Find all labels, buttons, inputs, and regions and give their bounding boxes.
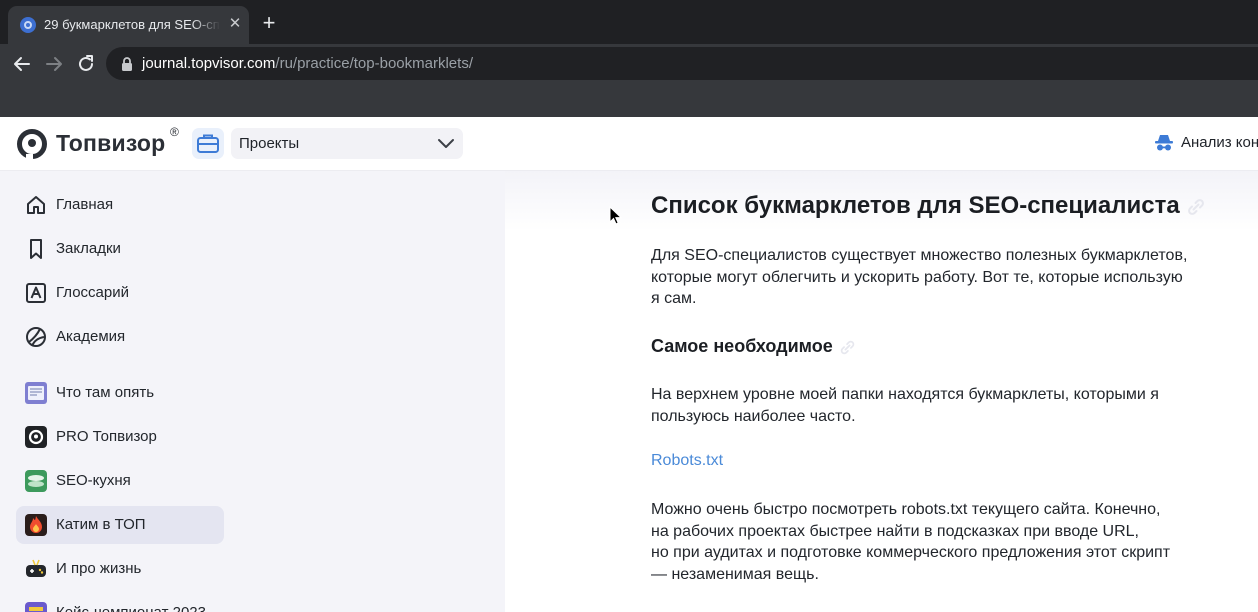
back-arrow-icon[interactable] — [11, 53, 33, 75]
paragraph-line: Для SEO-специалистов существует множеств… — [651, 247, 1188, 264]
logo-text[interactable]: Топвизор — [56, 130, 165, 157]
sidebar-item-label: Кейс-чемпионат 2023 — [56, 604, 206, 612]
sidebar-item-championship[interactable]: Кейс-чемпионат 2023 — [16, 594, 224, 612]
championship-icon — [25, 602, 47, 612]
forward-arrow-icon[interactable] — [43, 53, 65, 75]
lock-icon — [122, 57, 132, 71]
url-text[interactable]: journal.topvisor.com/ru/practice/top-boo… — [142, 55, 473, 72]
spy-icon — [1155, 135, 1173, 151]
sidebar-item-label: И про жизнь — [56, 560, 142, 577]
news-icon — [25, 382, 47, 404]
sidebar-item-home[interactable]: Главная — [16, 186, 224, 224]
sidebar: Главная Закладки Глоссарий Академия Что … — [0, 171, 505, 612]
topvisor-logo-icon[interactable] — [16, 128, 48, 160]
sidebar-item-academy[interactable]: Академия — [16, 318, 224, 356]
projects-select-label: Проекты — [239, 135, 300, 152]
robots-paragraph: Можно очень быстро посмотреть robots.txt… — [651, 499, 1226, 585]
sidebar-item-label: Главная — [56, 196, 114, 213]
section-paragraph: На верхнем уровне моей папки находятся б… — [651, 384, 1226, 427]
paragraph-line: пользуюсь наиболее часто. — [651, 407, 856, 425]
paragraph-line: — незаменимая вещь. — [651, 565, 819, 583]
sidebar-item-life[interactable]: И про жизнь — [16, 550, 224, 588]
sidebar-item-label: Закладки — [56, 240, 121, 257]
browser-tab[interactable]: 29 букмарклетов для SEO-сп ✕ — [8, 6, 249, 44]
academy-icon — [26, 327, 46, 347]
sidebar-item-bookmarks[interactable]: Закладки — [16, 230, 224, 268]
topvisor-favicon-icon — [20, 17, 36, 33]
sidebar-item-label: PRO Топвизор — [56, 428, 157, 445]
kitchen-icon — [25, 470, 47, 492]
tab-title: 29 букмарклетов для SEO-сп — [44, 17, 220, 35]
url-path: /ru/practice/top-bookmarklets/ — [275, 55, 473, 72]
gamepad-icon — [25, 558, 47, 580]
sidebar-item-top[interactable]: Катим в ТОП — [16, 506, 224, 544]
paragraph-line: я сам. — [651, 290, 697, 307]
sidebar-item-label: Глоссарий — [56, 284, 129, 301]
projects-button[interactable] — [192, 128, 224, 159]
anchor-link-icon[interactable] — [1186, 197, 1206, 217]
sidebar-item-news[interactable]: Что там опять — [16, 374, 224, 412]
paragraph-line: На верхнем уровне моей папки находятся б… — [651, 386, 1159, 403]
browser-toolbar: journal.topvisor.com/ru/practice/top-boo… — [0, 44, 1258, 84]
sidebar-item-label: SEO-кухня — [56, 472, 131, 489]
glossary-icon — [26, 283, 46, 303]
sidebar-item-pro-topvisor[interactable]: PRO Топвизор — [16, 418, 224, 456]
chevron-down-icon — [438, 139, 454, 148]
sidebar-item-label: Что там опять — [56, 384, 155, 401]
paragraph-line: которые могут облегчить и ускорить работ… — [651, 268, 1183, 286]
sidebar-item-seo-kitchen[interactable]: SEO-кухня — [16, 462, 224, 500]
briefcase-icon — [197, 134, 219, 153]
bookmarks-bar — [0, 84, 1258, 117]
section-title-text: Самое необходимое — [651, 336, 833, 356]
paragraph-line: на рабочих проектах быстрее найти в подс… — [651, 522, 1139, 540]
url-host: journal.topvisor.com — [142, 55, 276, 72]
competitor-analysis-label: Анализ кон — [1181, 134, 1258, 151]
logo-registered-mark: ® — [170, 125, 179, 139]
bookmark-icon — [30, 239, 42, 259]
anchor-link-icon[interactable] — [839, 339, 856, 356]
paragraph-line: но при аудитах и подготовке коммерческог… — [651, 544, 1171, 561]
paragraph-line: Можно очень быстро посмотреть robots.txt… — [651, 501, 1161, 518]
reload-icon[interactable] — [75, 53, 97, 75]
intro-paragraph: Для SEO-специалистов существует множеств… — [651, 245, 1226, 310]
topvisor-icon — [25, 426, 47, 448]
projects-select[interactable]: Проекты — [231, 128, 463, 159]
address-bar[interactable]: journal.topvisor.com/ru/practice/top-boo… — [106, 47, 1258, 80]
article-title: Список букмарклетов для SEO-специалиста — [651, 192, 1226, 220]
article-title-text: Список букмарклетов для SEO-специалиста — [651, 192, 1180, 219]
mouse-cursor-icon — [609, 206, 623, 225]
home-icon — [27, 196, 45, 214]
article-area: Список букмарклетов для SEO-специалиста … — [505, 171, 1258, 612]
fire-icon — [25, 514, 47, 536]
sidebar-item-label: Академия — [56, 328, 126, 345]
site-header: Топвизор ® Проекты Анализ кон — [0, 117, 1258, 171]
competitor-analysis-link[interactable]: Анализ кон — [1154, 133, 1258, 155]
tab-close-icon[interactable]: ✕ — [226, 15, 244, 33]
sidebar-item-glossary[interactable]: Глоссарий — [16, 274, 224, 312]
sidebar-item-label: Катим в ТОП — [56, 516, 146, 533]
robots-link[interactable]: Robots.txt — [651, 452, 1226, 470]
section-title: Самое необходимое — [651, 336, 1226, 357]
new-tab-icon[interactable]: + — [258, 12, 280, 35]
browser-tab-bar: 29 букмарклетов для SEO-сп ✕ + — [0, 0, 1258, 44]
